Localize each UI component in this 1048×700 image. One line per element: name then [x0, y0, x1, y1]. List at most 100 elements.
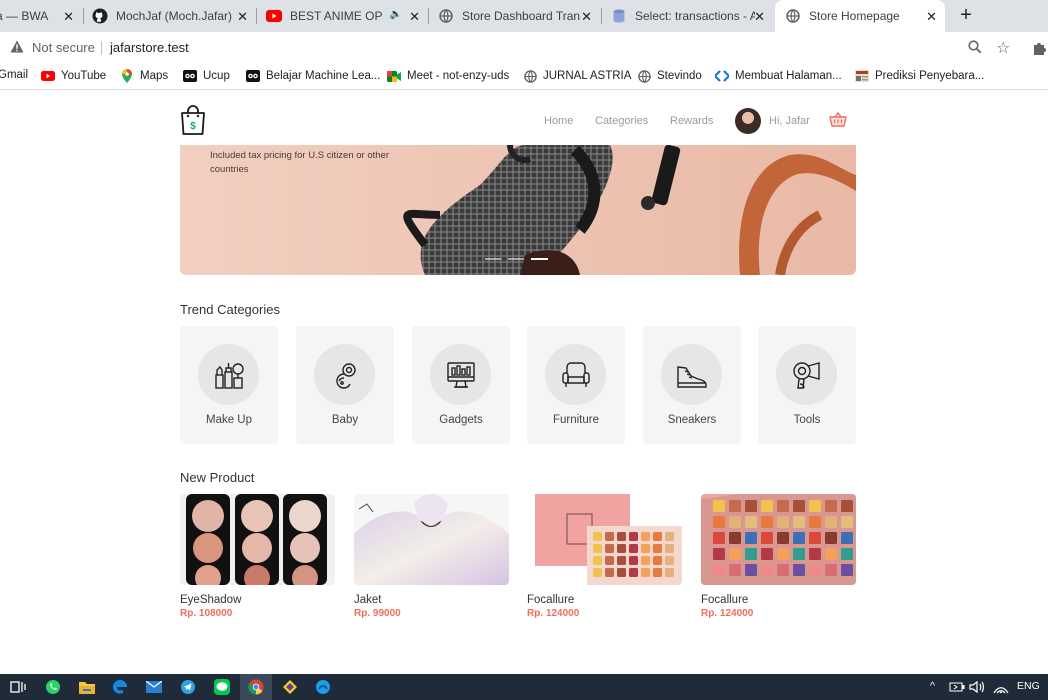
product-image[interactable] — [180, 494, 335, 585]
tab-divider — [428, 8, 429, 24]
edge-icon[interactable] — [111, 678, 129, 696]
close-icon[interactable]: ✕ — [754, 9, 765, 25]
bookmark-ucup[interactable]: Ucup — [183, 69, 230, 83]
product-image[interactable] — [701, 494, 856, 585]
palette-swatch — [793, 532, 805, 544]
tab-title: Store Dashboard Transa — [462, 9, 580, 23]
address-bar[interactable]: Not secure jafarstore.test ☆ — [0, 32, 1048, 64]
product-card-eyeshadow[interactable]: EyeShadow Rp. 108000 — [180, 494, 335, 619]
palette-swatch — [841, 532, 853, 544]
close-icon[interactable]: ✕ — [581, 9, 592, 25]
product-card-jaket[interactable]: Jaket Rp. 99000 — [354, 494, 509, 619]
cart-icon[interactable] — [829, 111, 847, 133]
product-card-focallure-2[interactable]: Focallure Rp. 124000 — [701, 494, 856, 619]
chrome-icon[interactable] — [247, 678, 265, 696]
browser-tab[interactable]: BEST ANIME OPENI 🔈 ✕ — [258, 0, 428, 32]
mail-icon[interactable] — [145, 678, 163, 696]
palette-swatch — [617, 568, 626, 577]
bookmark-jurnal-astria[interactable]: JURNAL ASTRIA — [523, 69, 631, 83]
monitor-icon — [430, 344, 491, 405]
product-image[interactable] — [354, 494, 509, 585]
bookmark-label: Prediksi Penyebara... — [875, 70, 985, 82]
product-name[interactable]: Focallure — [527, 594, 682, 606]
sourcetree-icon[interactable] — [281, 678, 299, 696]
wifi-icon[interactable] — [992, 678, 1010, 696]
trend-categories-title: Trend Categories — [180, 302, 280, 317]
new-tab-button[interactable]: + — [956, 4, 976, 26]
bookmark-stevindo[interactable]: Stevindo — [637, 69, 702, 83]
eyes-icon — [246, 69, 260, 83]
zoom-icon[interactable] — [968, 40, 982, 59]
close-icon[interactable]: ✕ — [926, 9, 937, 25]
nav-home[interactable]: Home — [544, 115, 573, 127]
file-explorer-icon[interactable] — [78, 678, 96, 696]
bookmark-belajar-ml[interactable]: Belajar Machine Lea... — [246, 69, 380, 83]
palette-swatch — [761, 548, 773, 560]
task-view-icon[interactable] — [9, 678, 27, 696]
carousel-dot[interactable] — [508, 258, 524, 260]
product-price: Rp. 99000 — [354, 608, 401, 619]
bookmark-label: Ucup — [203, 70, 230, 82]
close-icon[interactable]: ✕ — [237, 9, 248, 25]
battery-icon[interactable] — [948, 678, 966, 696]
palette-swatch — [653, 544, 662, 553]
bookmark-gmail[interactable]: Gmail — [0, 69, 28, 81]
close-icon[interactable]: ✕ — [409, 9, 420, 25]
product-name[interactable]: Jaket — [354, 594, 509, 606]
security-label[interactable]: Not secure — [32, 40, 95, 55]
chevron-up-icon[interactable]: ^ — [930, 680, 935, 692]
nav-rewards[interactable]: Rewards — [670, 115, 713, 127]
category-card-furniture[interactable]: Furniture — [527, 326, 625, 444]
browser-tab-active[interactable]: Store Homepage ✕ — [775, 0, 945, 32]
category-card-sneakers[interactable]: Sneakers — [643, 326, 741, 444]
palette-swatch — [793, 548, 805, 560]
category-card-gadgets[interactable]: Gadgets — [412, 326, 510, 444]
product-card-focallure-1[interactable]: Focallure Rp. 124000 — [527, 494, 682, 619]
bookmark-prediksi[interactable]: Prediksi Penyebara... — [855, 69, 984, 83]
palette-swatch — [617, 556, 626, 565]
banner-caption: Included tax pricing for U.S citizen or … — [210, 150, 390, 175]
carousel-dot[interactable] — [485, 258, 501, 260]
category-card-baby[interactable]: Baby — [296, 326, 394, 444]
speaker-icon[interactable]: 🔈 — [390, 9, 402, 20]
browser-tab[interactable]: MochJaf (Moch.Jafar) ✕ — [84, 0, 256, 32]
bookmark-label: Membuat Halaman... — [735, 70, 842, 82]
bookmark-meet[interactable]: Meet - not-enzy-uds — [387, 69, 509, 83]
telegram-icon[interactable] — [179, 678, 197, 696]
whatsapp-icon[interactable] — [44, 678, 62, 696]
category-card-makeup[interactable]: Make Up — [180, 326, 278, 444]
bookmark-maps[interactable]: Maps — [120, 69, 168, 83]
language-indicator[interactable]: ENG — [1017, 680, 1040, 692]
palette-swatch — [641, 544, 650, 553]
bookmark-label: Maps — [140, 70, 169, 82]
product-image[interactable] — [527, 494, 682, 585]
bookmark-youtube[interactable]: YouTube — [41, 69, 106, 83]
nav-categories[interactable]: Categories — [595, 115, 648, 127]
extensions-icon[interactable] — [1032, 40, 1048, 61]
user-greeting[interactable]: Hi, Jafar — [769, 115, 810, 127]
palette-swatch — [841, 548, 853, 560]
warning-icon[interactable] — [10, 40, 24, 58]
palette-swatch — [605, 532, 614, 541]
bookmark-membuat-halaman[interactable]: Membuat Halaman... — [715, 69, 842, 83]
browser-tab[interactable]: a — BWA ✕ — [0, 0, 82, 32]
browser-tab[interactable]: Select: transactions - Ac ✕ — [603, 0, 773, 32]
bookmark-label: Belajar Machine Lea... — [266, 70, 381, 82]
hero-banner-carousel[interactable]: Included tax pricing for U.S citizen or … — [180, 145, 856, 275]
product-name[interactable]: EyeShadow — [180, 594, 335, 606]
app-blue-icon[interactable] — [314, 678, 332, 696]
line-chat-icon[interactable] — [213, 678, 231, 696]
avatar[interactable] — [735, 108, 761, 134]
store-logo[interactable]: $ — [180, 104, 206, 141]
category-card-tools[interactable]: Tools — [758, 326, 856, 444]
speaker-icon[interactable] — [968, 678, 986, 696]
close-icon[interactable]: ✕ — [63, 9, 74, 25]
carousel-dot-active[interactable] — [531, 258, 548, 260]
product-name[interactable]: Focallure — [701, 594, 856, 606]
browser-tab[interactable]: Store Dashboard Transa ✕ — [430, 0, 600, 32]
bookmark-star-icon[interactable]: ☆ — [996, 38, 1010, 58]
palette-swatch — [605, 568, 614, 577]
url-field[interactable]: jafarstore.test — [110, 40, 189, 55]
palette-swatch — [629, 532, 638, 541]
palette-swatch — [809, 532, 821, 544]
